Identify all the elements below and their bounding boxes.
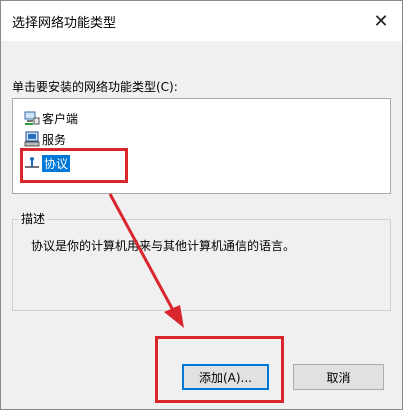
annotation-box-add — [155, 336, 284, 403]
description-group — [12, 219, 391, 311]
list-item-service[interactable]: 服务 — [24, 130, 66, 148]
list-item-label: 服务 — [42, 132, 67, 147]
prompt-label: 单击要安装的网络功能类型(C): — [12, 80, 178, 94]
close-icon: ✕ — [373, 10, 389, 32]
service-icon — [24, 131, 40, 147]
description-title: 描述 — [18, 210, 49, 227]
description-text: 协议是你的计算机用来与其他计算机通信的语言。 — [31, 239, 296, 253]
title-bar: 选择网络功能类型 ✕ — [1, 1, 402, 41]
annotation-box-protocol — [20, 148, 128, 183]
cancel-button[interactable]: 取消 — [293, 364, 384, 390]
list-item-client[interactable]: 客户端 — [24, 109, 78, 127]
client-icon — [24, 110, 40, 126]
close-button[interactable]: ✕ — [367, 7, 395, 35]
list-item-label: 客户端 — [42, 111, 79, 126]
dialog-title: 选择网络功能类型 — [12, 16, 117, 31]
cancel-button-label: 取消 — [326, 370, 351, 385]
